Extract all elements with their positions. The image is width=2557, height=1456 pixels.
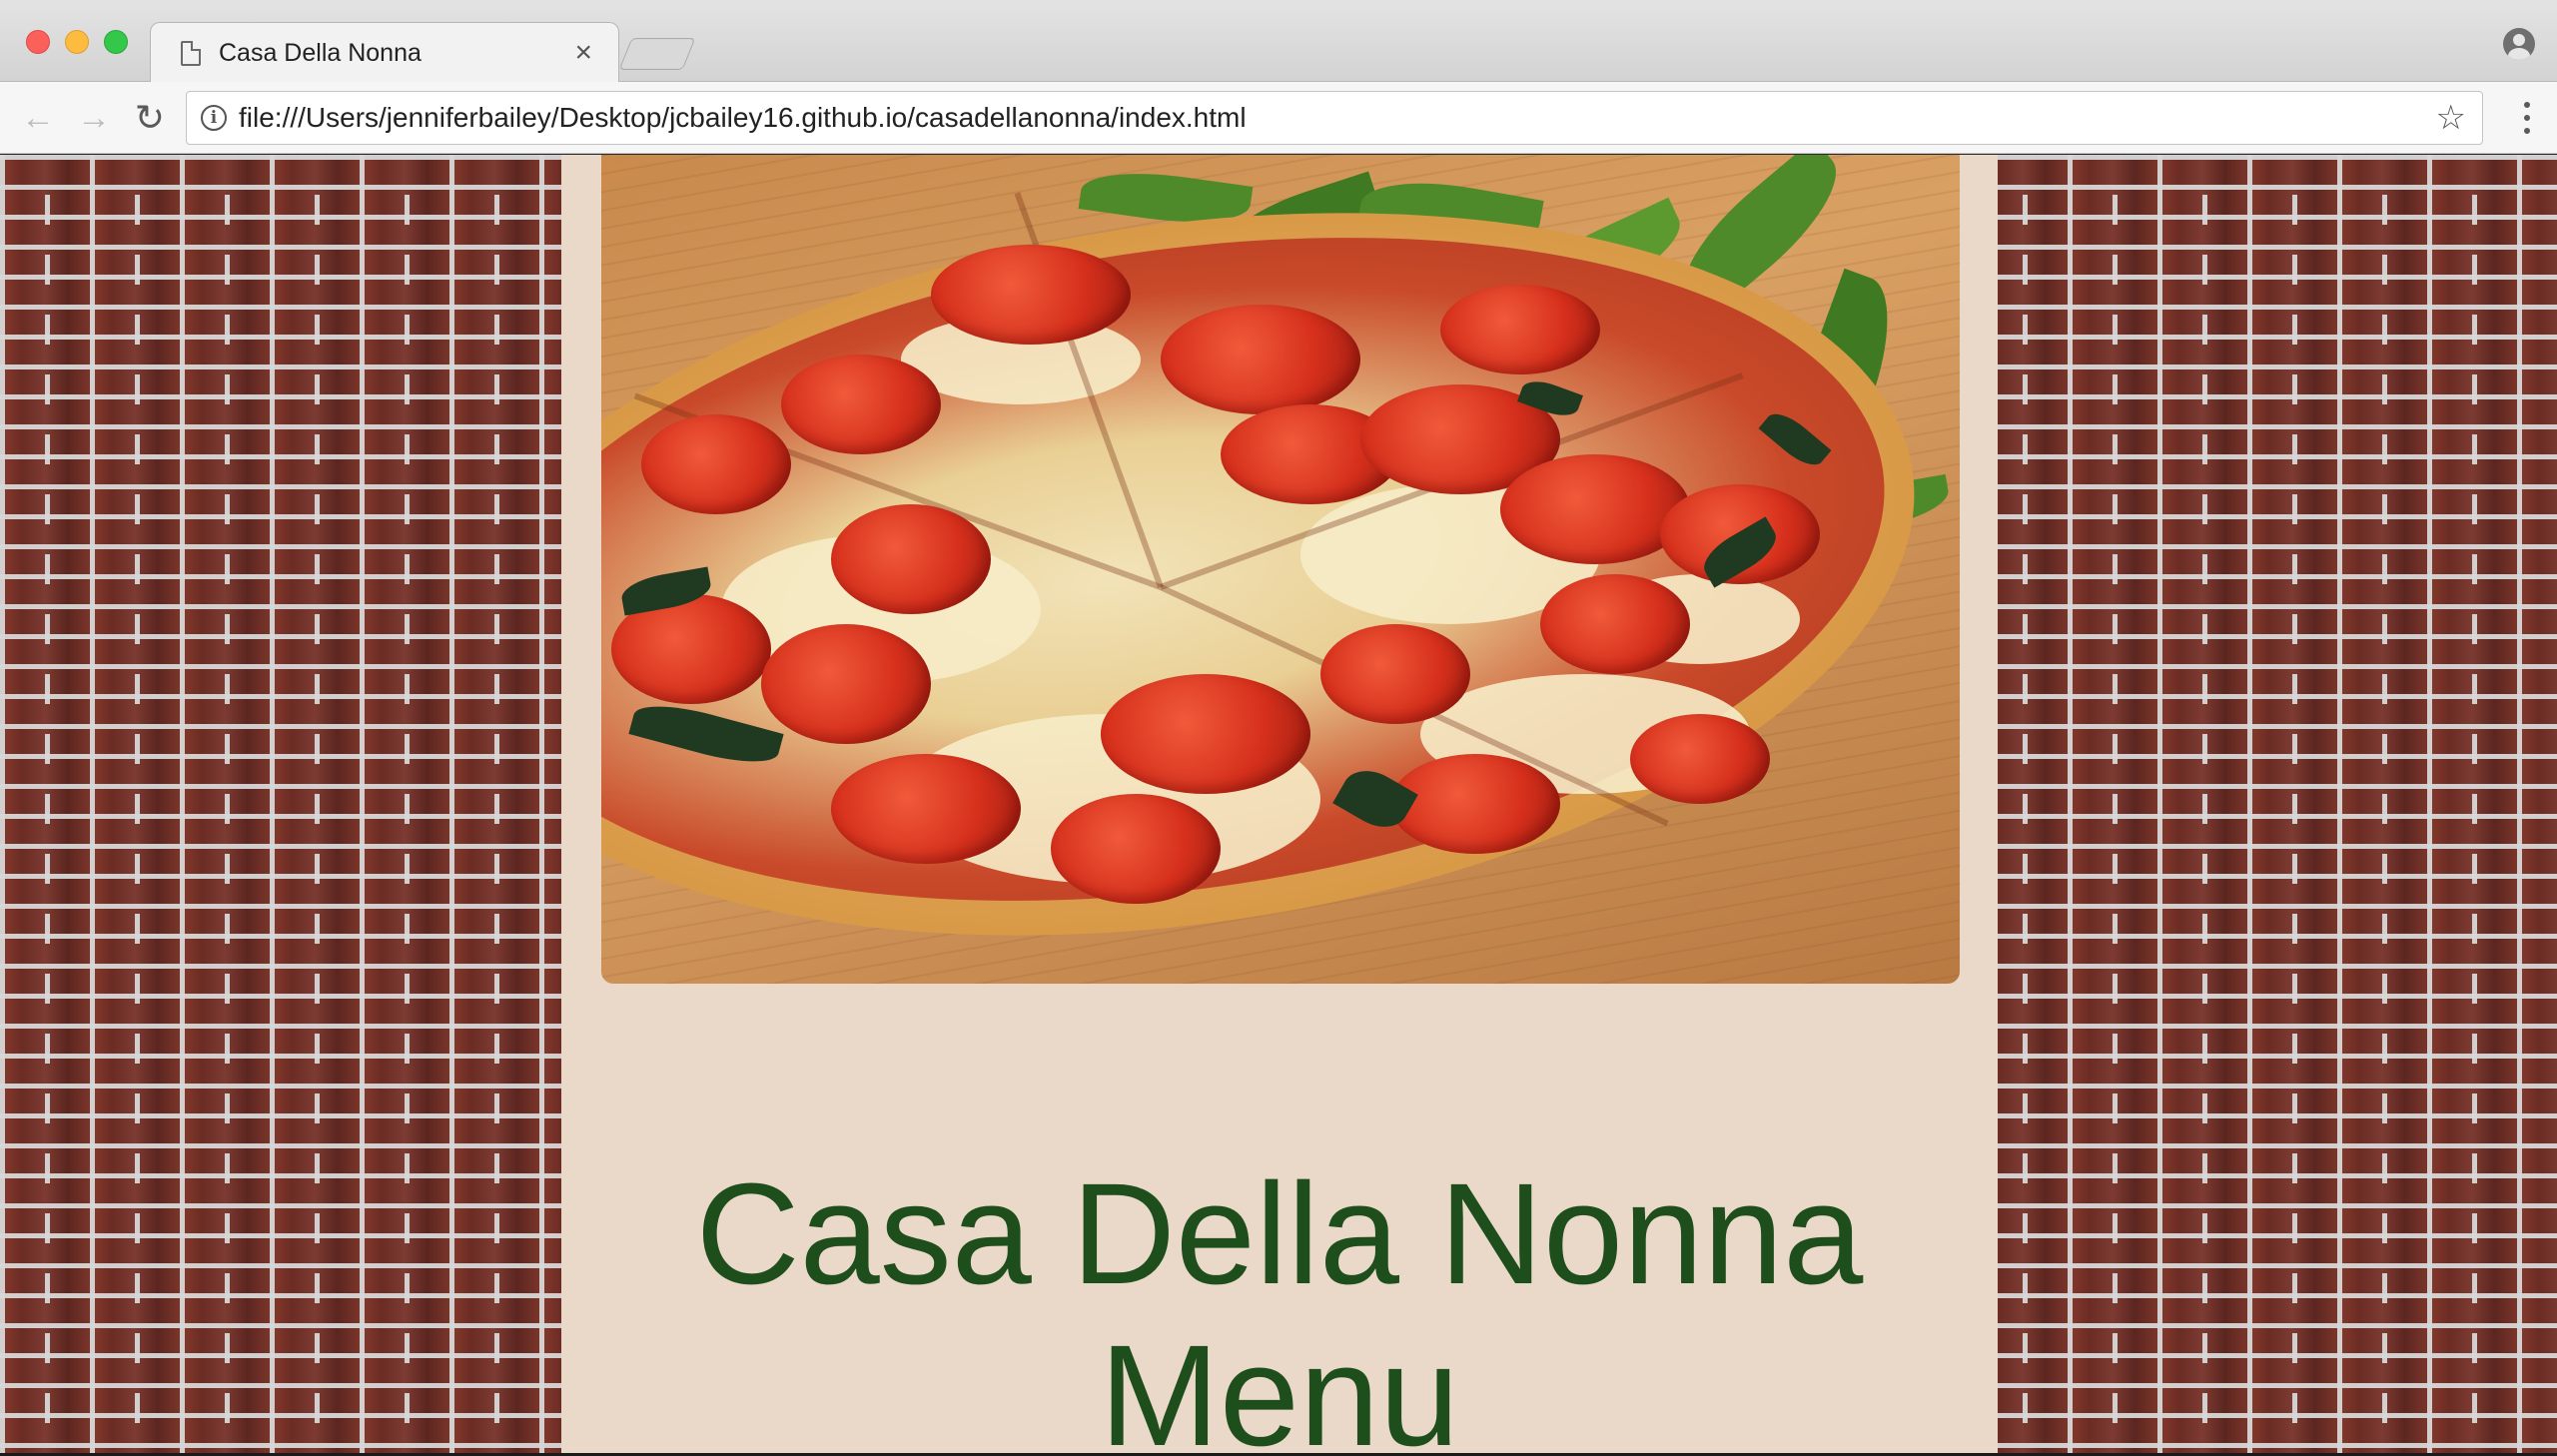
browser-toolbar: ← → ↻ i file:///Users/jenniferbailey/Des… bbox=[0, 82, 2557, 154]
info-icon[interactable]: i bbox=[201, 105, 227, 131]
bookmark-star-icon[interactable]: ☆ bbox=[2436, 98, 2466, 138]
page-icon bbox=[181, 40, 201, 66]
tab-strip: Casa Della Nonna × bbox=[0, 0, 2557, 83]
page-viewport: Casa Della Nonna Menu bbox=[0, 155, 2557, 1453]
minimize-window-button[interactable] bbox=[65, 30, 89, 54]
close-window-button[interactable] bbox=[26, 30, 50, 54]
browser-window: Casa Della Nonna × ← → ↻ i file:///Users… bbox=[0, 0, 2557, 1456]
back-arrow-icon[interactable]: ← bbox=[16, 96, 60, 140]
page-title-line-1: Casa Della Nonna bbox=[695, 1153, 1864, 1314]
page-title: Casa Della Nonna Menu bbox=[561, 1153, 1998, 1453]
address-bar[interactable]: i file:///Users/jenniferbailey/Desktop/j… bbox=[186, 91, 2483, 145]
reload-icon[interactable]: ↻ bbox=[128, 96, 172, 140]
pizza-photo bbox=[601, 155, 1960, 984]
url-text[interactable]: file:///Users/jenniferbailey/Desktop/jcb… bbox=[239, 102, 2436, 134]
tab-casa-della-nonna[interactable]: Casa Della Nonna × bbox=[150, 22, 619, 83]
content-column: Casa Della Nonna Menu bbox=[561, 155, 1998, 1453]
maximize-window-button[interactable] bbox=[104, 30, 128, 54]
new-tab-button[interactable] bbox=[618, 38, 696, 70]
more-menu-icon[interactable] bbox=[2523, 102, 2531, 134]
tab-close-icon[interactable]: × bbox=[574, 36, 592, 69]
forward-arrow-icon[interactable]: → bbox=[72, 96, 116, 140]
profile-icon[interactable] bbox=[2503, 28, 2535, 60]
page-title-line-2: Menu bbox=[1099, 1315, 1460, 1453]
tab-title: Casa Della Nonna bbox=[219, 38, 422, 67]
